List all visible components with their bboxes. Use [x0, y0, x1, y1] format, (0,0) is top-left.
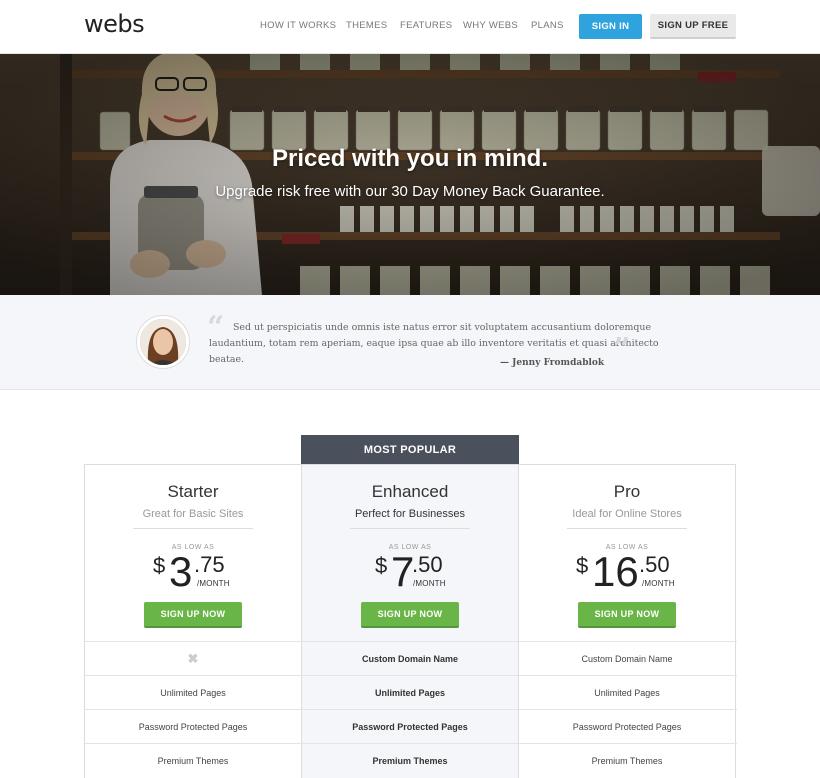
hero-banner: Priced with you in mind. Upgrade risk fr… [0, 54, 820, 295]
sign-up-enhanced-button[interactable]: SIGN UP NOW [361, 602, 459, 628]
hero-subtitle: Upgrade risk free with our 30 Day Money … [215, 183, 605, 200]
nav-plans[interactable]: PLANS [531, 20, 564, 31]
feature-row: Password Protected Pages Password Protec… [85, 709, 737, 743]
feature-cell: Password Protected Pages [572, 722, 682, 732]
plan-description: Ideal for Online Stores [572, 508, 682, 520]
plan-divider [567, 528, 687, 529]
nav-how-it-works[interactable]: HOW IT WORKS [260, 20, 336, 31]
sign-up-starter-button[interactable]: SIGN UP NOW [144, 602, 242, 628]
plan-name: Starter [167, 482, 219, 501]
nav-why-webs[interactable]: WHY WEBS [463, 20, 518, 31]
logo[interactable]: webs [84, 10, 145, 38]
plan-divider [133, 528, 253, 529]
testimonial-section: “ Sed ut perspiciatis unde omnis iste na… [0, 295, 820, 390]
avatar [137, 316, 189, 368]
sign-up-pro-button[interactable]: SIGN UP NOW [578, 602, 676, 628]
pricing-table: Starter Great for Basic Sites AS LOW AS … [84, 464, 737, 778]
feature-not-included: ✖ [85, 642, 301, 676]
most-popular-badge: MOST POPULAR [301, 435, 519, 464]
price-cents: .50 [639, 552, 670, 577]
sign-up-free-button[interactable]: SIGN UP FREE [650, 14, 736, 39]
price-period: /MONTH [413, 579, 446, 588]
plan-divider [350, 528, 470, 529]
price-period: /MONTH [642, 579, 675, 588]
x-icon: ✖ [187, 651, 199, 666]
price-currency: $ [576, 553, 589, 578]
plan-name: Pro [613, 482, 641, 501]
feature-cell: Unlimited Pages [374, 688, 446, 698]
nav-features[interactable]: FEATURES [400, 20, 452, 31]
testimonial-author: — Jenny Fromdablok [500, 358, 605, 368]
feature-cell: Unlimited Pages [160, 688, 226, 698]
site-header: webs HOW IT WORKS THEMES FEATURES WHY WE… [0, 0, 820, 54]
plan-description: Great for Basic Sites [142, 508, 244, 520]
hero-photo [0, 54, 820, 295]
feature-cell: Password Protected Pages [138, 722, 248, 732]
feature-cell: Custom Domain Name [581, 654, 673, 664]
price-dollars: 16 [592, 548, 639, 595]
sign-in-button[interactable]: SIGN IN [579, 14, 642, 39]
plan-description: Perfect for Businesses [354, 508, 466, 520]
as-low-as-label: AS LOW AS [171, 544, 215, 551]
price-currency: $ [375, 553, 388, 578]
feature-cell: Premium Themes [591, 756, 663, 766]
price-cents: .50 [412, 552, 443, 577]
price-dollars: 7 [391, 548, 415, 595]
price-period: /MONTH [197, 579, 230, 588]
nav-themes[interactable]: THEMES [346, 20, 387, 31]
feature-cell: Premium Themes [157, 756, 229, 766]
price-cents: .75 [194, 552, 225, 577]
price-currency: $ [153, 553, 166, 578]
price-dollars: 3 [169, 548, 193, 595]
feature-row: ✖ Custom Domain Name Custom Domain Name [85, 641, 737, 675]
feature-row: Unlimited Pages Unlimited Pages Unlimite… [85, 675, 737, 709]
feature-cell: Unlimited Pages [594, 688, 660, 698]
feature-cell: Custom Domain Name [361, 654, 459, 664]
feature-cell: Premium Themes [372, 756, 448, 766]
plan-name: Enhanced [371, 482, 449, 501]
hero-title: Priced with you in mind. [271, 145, 549, 172]
feature-cell: Password Protected Pages [352, 722, 468, 732]
feature-row: Premium Themes Premium Themes Premium Th… [85, 743, 737, 777]
quote-close-icon: ” [613, 332, 631, 367]
